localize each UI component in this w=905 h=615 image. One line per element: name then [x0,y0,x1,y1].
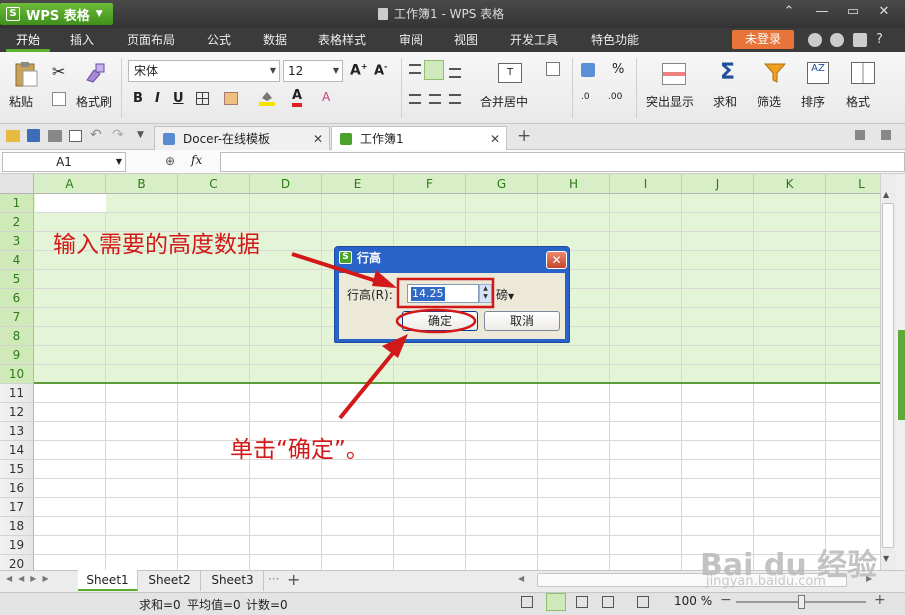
arrow-head-input [372,270,397,288]
annotation-overlay [291,252,495,420]
ok-highlight-ellipse [395,308,477,334]
annotation-bottom: 单击“确定”。 [230,437,369,463]
input-highlight-box [396,277,495,309]
arrow-head-ok [382,334,408,358]
watermark-url: jingyan.baidu.com [706,574,826,589]
annotation-top: 输入需要的高度数据 [53,232,260,258]
